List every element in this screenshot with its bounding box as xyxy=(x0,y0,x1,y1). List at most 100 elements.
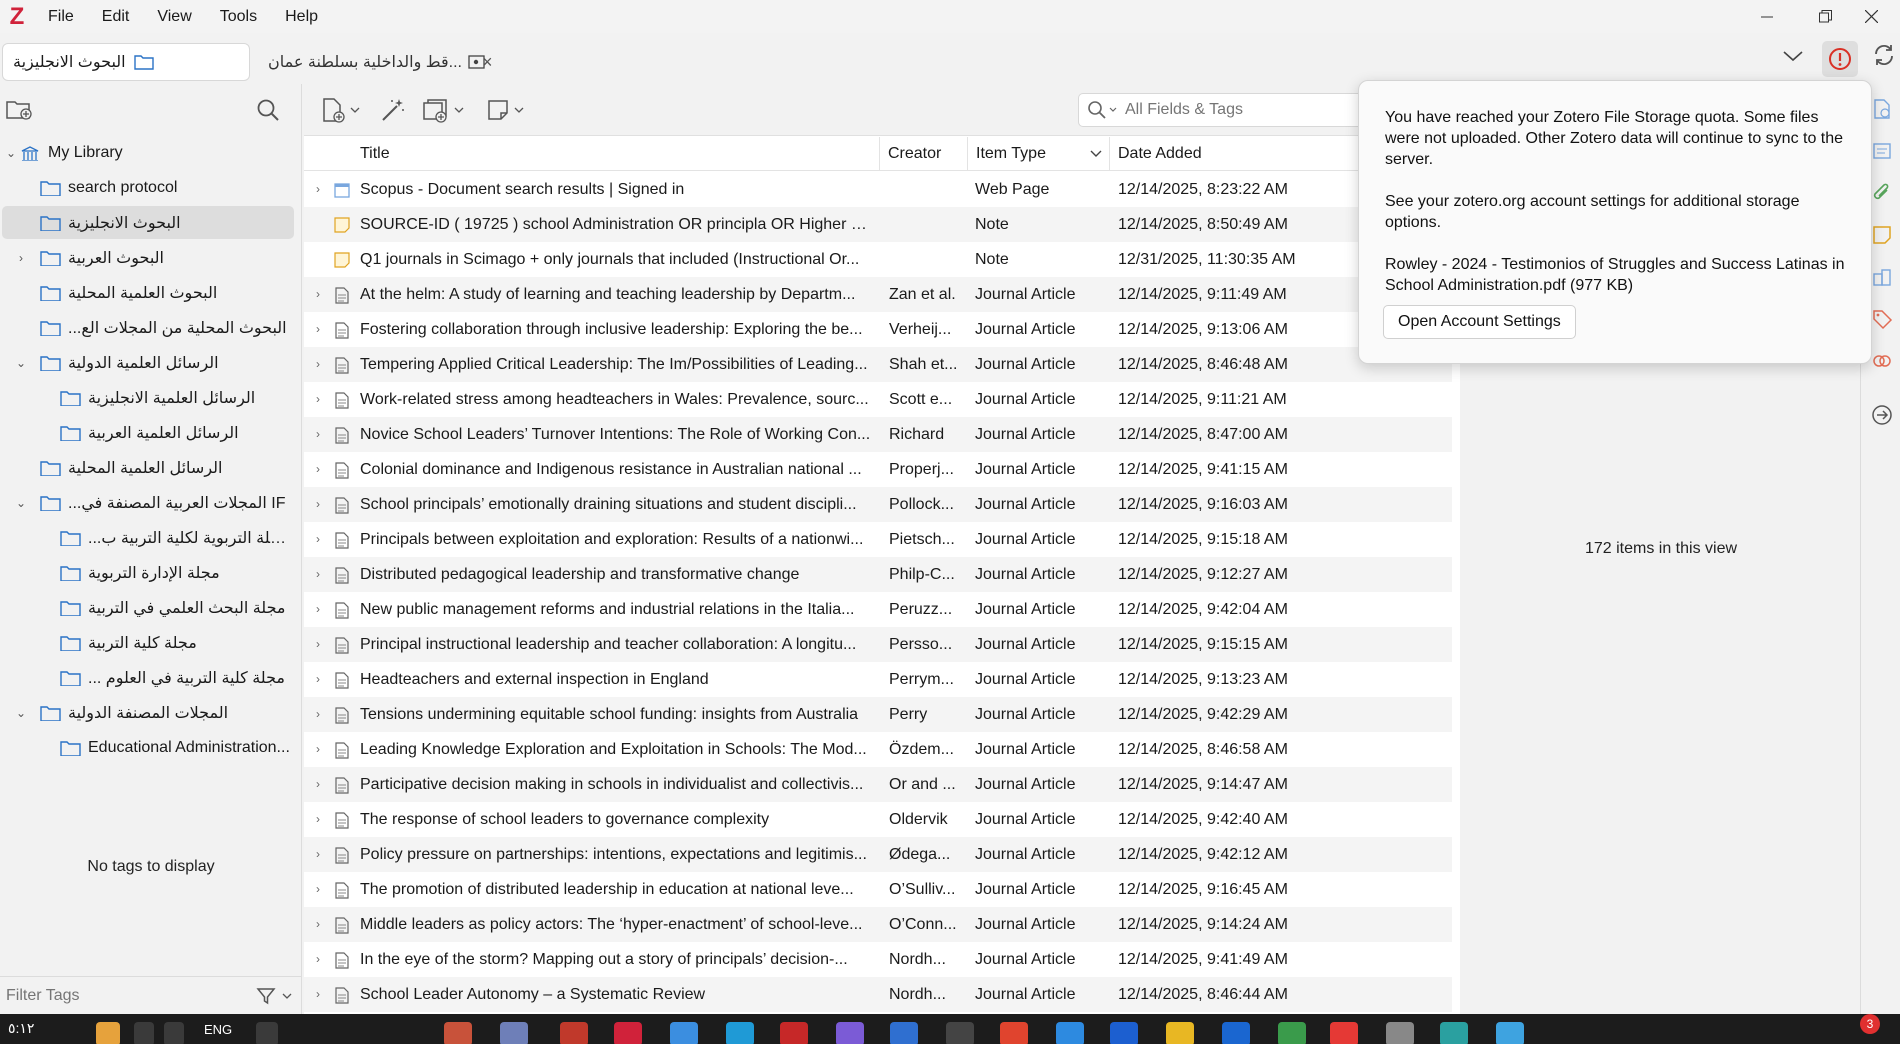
chevron-right-icon[interactable]: › xyxy=(316,977,320,1012)
taskbar-app-icon[interactable] xyxy=(1496,1022,1524,1044)
collection-item[interactable]: البحوث العلمية المحلية xyxy=(2,276,294,309)
chevron-down-icon[interactable]: ⌄ xyxy=(14,496,28,510)
collection-item[interactable]: مجلة البحث العلمي في التربية xyxy=(2,591,294,624)
new-note-button[interactable] xyxy=(486,96,524,124)
chevron-right-icon[interactable]: › xyxy=(316,732,320,767)
column-item-type[interactable]: Item Type xyxy=(968,137,1110,171)
search-box[interactable] xyxy=(1078,93,1378,127)
collection-item[interactable]: ⌄ الرسائل العلمية الدولية xyxy=(2,346,294,379)
menu-edit[interactable]: Edit xyxy=(88,0,144,33)
item-row[interactable]: › Colonial dominance and Indigenous resis… xyxy=(304,452,1452,487)
collection-search-button[interactable] xyxy=(256,98,280,127)
item-row[interactable]: › Distributed pedagogical leadership and … xyxy=(304,557,1452,592)
minimize-button[interactable] xyxy=(1738,0,1796,33)
taskbar-app-icon[interactable] xyxy=(1278,1022,1306,1044)
tabs-dropdown-button[interactable] xyxy=(1782,49,1804,68)
dropbox-icon[interactable] xyxy=(1222,1022,1250,1044)
item-row[interactable]: › School Leader Autonomy – a Systematic R… xyxy=(304,977,1452,1012)
chevron-right-icon[interactable]: › xyxy=(316,837,320,872)
chevron-right-icon[interactable]: › xyxy=(316,347,320,382)
input-language-indicator[interactable]: ENG xyxy=(204,1022,232,1037)
item-row[interactable]: › Scopus - Document search results | Sign… xyxy=(304,172,1452,207)
taskbar-app-icon[interactable] xyxy=(1440,1022,1468,1044)
locate-icon[interactable] xyxy=(1871,404,1893,426)
chevron-right-icon[interactable]: › xyxy=(316,382,320,417)
chevron-right-icon[interactable]: › xyxy=(316,697,320,732)
gmail-icon[interactable] xyxy=(560,1022,588,1044)
network-icon[interactable] xyxy=(164,1022,184,1044)
tag-actions-button[interactable] xyxy=(256,986,292,1006)
chevron-down-icon[interactable]: ⌄ xyxy=(14,356,28,370)
column-title[interactable]: Title xyxy=(304,137,880,171)
chevron-right-icon[interactable]: › xyxy=(316,767,320,802)
close-window-button[interactable] xyxy=(1842,0,1900,33)
collection-item[interactable]: الرسائل العلمية المحلية xyxy=(2,451,294,484)
collection-item[interactable]: Educational Administration... xyxy=(2,731,294,764)
item-row[interactable]: › Leading Knowledge Exploration and Explo… xyxy=(304,732,1452,767)
tab-pdf-reader[interactable]: ...قط والداخلية بسلطنة عمان × xyxy=(262,43,502,81)
item-row[interactable]: › The response of school leaders to gover… xyxy=(304,802,1452,837)
taskbar-app-icon[interactable] xyxy=(444,1022,472,1044)
chevron-right-icon[interactable]: › xyxy=(316,452,320,487)
zotero-taskbar-icon[interactable] xyxy=(614,1022,642,1044)
chevron-right-icon[interactable]: › xyxy=(14,251,28,265)
sync-button[interactable] xyxy=(1872,43,1896,72)
collection-item[interactable]: الرسائل العلمية العربية xyxy=(2,416,294,449)
chevron-right-icon[interactable]: › xyxy=(316,627,320,662)
item-row[interactable]: › Principals between exploitation and exp… xyxy=(304,522,1452,557)
taskbar-app-icon[interactable] xyxy=(1056,1022,1084,1044)
taskbar-app-icon[interactable] xyxy=(836,1022,864,1044)
info-section-icon[interactable] xyxy=(1871,98,1893,120)
add-attachment-button[interactable] xyxy=(422,96,464,124)
column-creator[interactable]: Creator xyxy=(880,137,968,171)
chevron-right-icon[interactable]: › xyxy=(316,907,320,942)
item-row[interactable]: › Work-related stress among headteachers … xyxy=(304,382,1452,417)
open-account-settings-button[interactable]: Open Account Settings xyxy=(1383,305,1576,339)
item-row[interactable]: › In the eye of the storm? Mapping out a … xyxy=(304,942,1452,977)
collection-item[interactable]: ⌄ ...المجلات العربية المصنفة في IF xyxy=(2,486,294,519)
tab-close-icon[interactable]: × xyxy=(482,52,493,73)
keyboard-icon[interactable] xyxy=(256,1022,278,1044)
item-row[interactable]: › Principal instructional leadership and … xyxy=(304,627,1452,662)
chevron-right-icon[interactable]: › xyxy=(316,312,320,347)
collection-item[interactable]: ... مجلة كلية التربية في العلوم xyxy=(2,661,294,694)
item-row[interactable]: › The promotion of distributed leadership… xyxy=(304,872,1452,907)
tag-filter-input[interactable] xyxy=(0,986,230,1005)
item-row[interactable]: › New public management reforms and indus… xyxy=(304,592,1452,627)
file-explorer-icon[interactable] xyxy=(1166,1022,1194,1044)
tab-library[interactable]: البحوث الانجليزية xyxy=(2,43,250,81)
taskbar-app-icon[interactable] xyxy=(1386,1022,1414,1044)
chevron-down-icon[interactable]: ⌄ xyxy=(14,706,28,720)
item-row[interactable]: › Policy pressure on partnerships: intent… xyxy=(304,837,1452,872)
chevron-right-icon[interactable]: › xyxy=(316,872,320,907)
item-row[interactable]: › Headteachers and external inspection in… xyxy=(304,662,1452,697)
chevron-right-icon[interactable]: › xyxy=(316,417,320,452)
taskbar-app-icon[interactable] xyxy=(1110,1022,1138,1044)
notification-badge[interactable]: 3 xyxy=(1860,1014,1880,1034)
taskbar-app-icon[interactable] xyxy=(670,1022,698,1044)
item-row[interactable]: › Tempering Applied Critical Leadership: … xyxy=(304,347,1452,382)
chrome-icon[interactable] xyxy=(1000,1022,1028,1044)
chevron-right-icon[interactable]: › xyxy=(316,802,320,837)
collection-item[interactable]: ⌄ المجلات المصنفة الدولية xyxy=(2,696,294,729)
menu-file[interactable]: File xyxy=(34,0,88,33)
collection-item[interactable]: مجلة الإدارة التربوية xyxy=(2,556,294,589)
new-collection-button[interactable] xyxy=(6,98,32,125)
menu-tools[interactable]: Tools xyxy=(206,0,271,33)
taskbar-app-icon[interactable] xyxy=(96,1022,120,1044)
chevron-down-icon[interactable]: ⌄ xyxy=(4,146,18,160)
chevron-right-icon[interactable]: › xyxy=(316,277,320,312)
taskbar-app-icon[interactable] xyxy=(946,1022,974,1044)
item-row[interactable]: › Novice School Leaders’ Turnover Intenti… xyxy=(304,417,1452,452)
chevron-right-icon[interactable]: › xyxy=(316,557,320,592)
collection-item[interactable]: ...المجلة التربوية لكلية التربية ب xyxy=(2,521,294,554)
vscode-icon[interactable] xyxy=(890,1022,918,1044)
sync-error-button[interactable] xyxy=(1822,41,1858,77)
pdf-reader-icon[interactable] xyxy=(780,1022,808,1044)
item-row[interactable]: Q1 journals in Scimago + only journals t… xyxy=(304,242,1452,277)
collection-item[interactable]: ⌄ My Library xyxy=(2,136,294,169)
chevron-right-icon[interactable]: › xyxy=(316,942,320,977)
edge-icon[interactable] xyxy=(726,1022,754,1044)
chevron-right-icon[interactable]: › xyxy=(316,522,320,557)
collection-item[interactable]: search protocol xyxy=(2,171,294,204)
